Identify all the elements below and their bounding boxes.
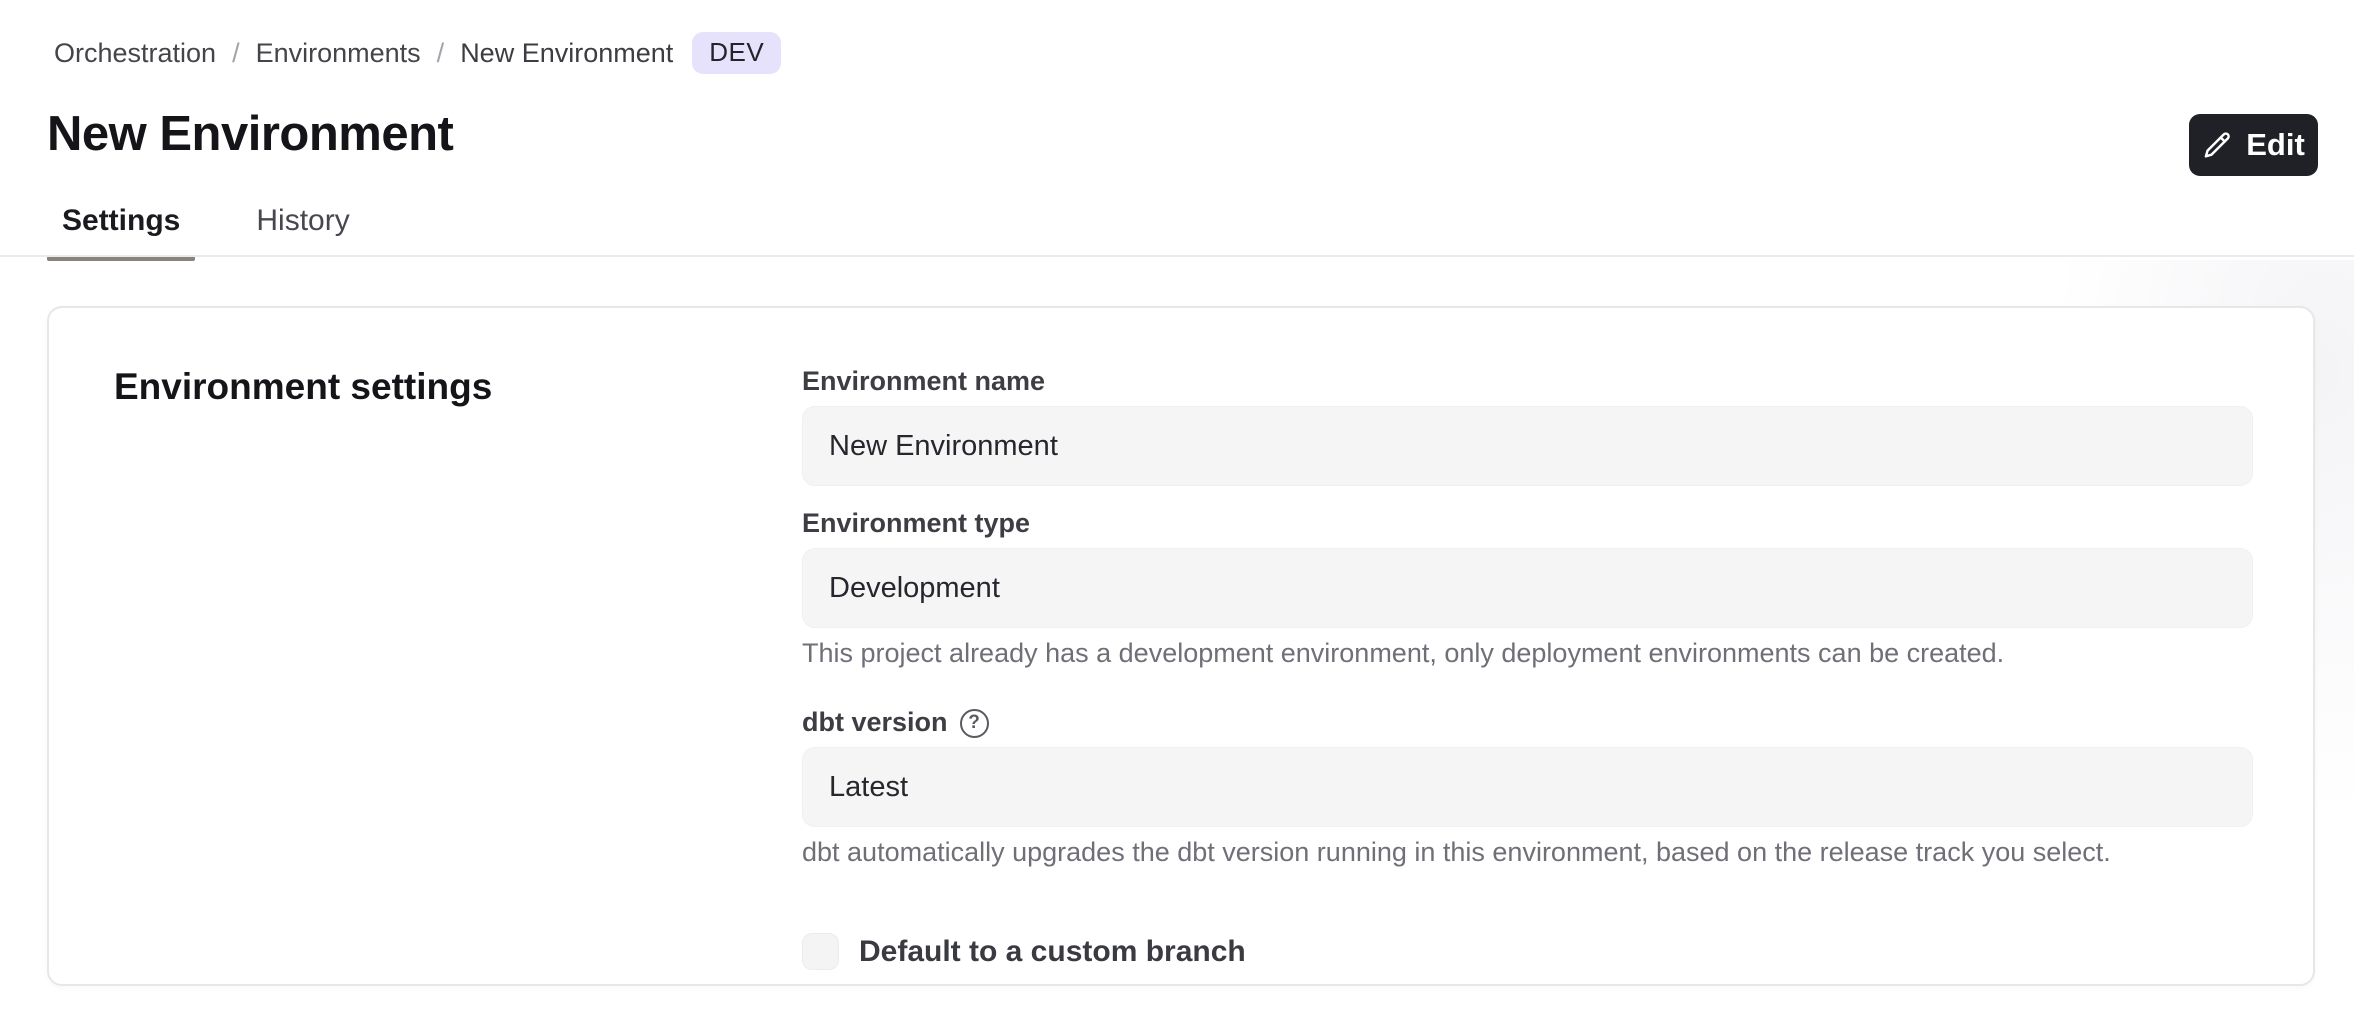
edit-button[interactable]: Edit <box>2189 114 2318 176</box>
dbt-version-input[interactable] <box>802 747 2253 827</box>
dbt-version-field: dbt version ? dbt automatically upgrades… <box>802 705 2253 869</box>
dbt-version-label-text: dbt version <box>802 705 948 739</box>
breadcrumb-orchestration[interactable]: Orchestration <box>54 38 216 69</box>
tab-bar-divider <box>0 255 2354 257</box>
tab-history[interactable]: History <box>241 196 364 258</box>
environment-settings-card: Environment settings Environment name En… <box>47 306 2315 986</box>
dbt-version-helper: dbt automatically upgrades the dbt versi… <box>802 836 2253 869</box>
dbt-version-label: dbt version ? <box>802 705 2253 739</box>
breadcrumb: Orchestration / Environments / New Envir… <box>54 32 781 74</box>
breadcrumb-separator: / <box>437 38 445 69</box>
custom-branch-row: Default to a custom branch <box>802 933 2253 970</box>
settings-form: Environment name Environment type This p… <box>802 364 2253 970</box>
custom-branch-label[interactable]: Default to a custom branch <box>859 935 1246 969</box>
tab-settings[interactable]: Settings <box>47 196 195 258</box>
tab-bar: Settings History <box>47 196 365 258</box>
breadcrumb-environments[interactable]: Environments <box>256 38 421 69</box>
environment-name-label: Environment name <box>802 364 2253 398</box>
breadcrumb-separator: / <box>232 38 240 69</box>
edit-button-label: Edit <box>2246 127 2305 163</box>
environment-type-field: Environment type This project already ha… <box>802 506 2253 670</box>
page-title: New Environment <box>47 106 453 162</box>
environment-type-helper: This project already has a development e… <box>802 637 2253 670</box>
environment-type-input[interactable] <box>802 548 2253 628</box>
section-title: Environment settings <box>114 366 492 408</box>
environment-name-input[interactable] <box>802 406 2253 486</box>
dev-badge: DEV <box>692 32 781 74</box>
environment-name-field: Environment name <box>802 364 2253 486</box>
breadcrumb-new-environment[interactable]: New Environment <box>460 38 673 69</box>
environment-type-label: Environment type <box>802 506 2253 540</box>
pencil-icon <box>2202 130 2233 161</box>
help-icon[interactable]: ? <box>960 709 989 738</box>
custom-branch-checkbox[interactable] <box>802 933 839 970</box>
